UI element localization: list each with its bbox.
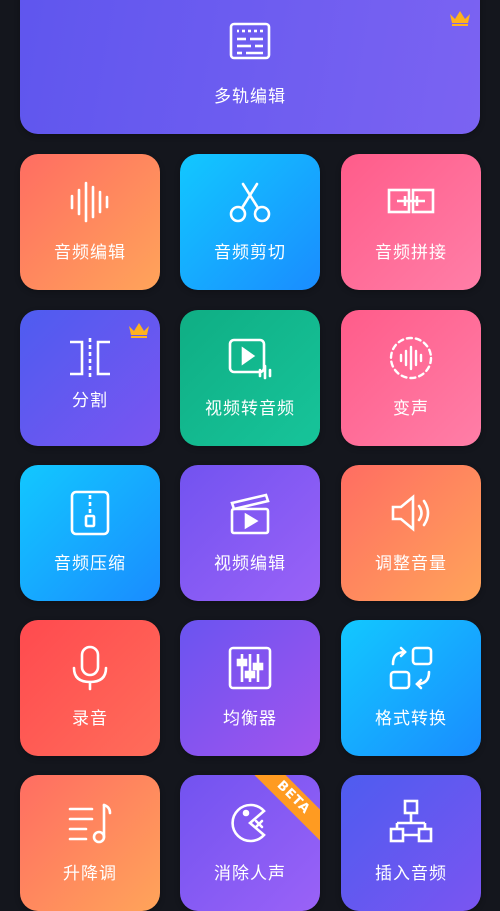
- record-label: 录音: [72, 709, 108, 729]
- video-edit-tile[interactable]: 视频编辑: [180, 465, 320, 601]
- crown-icon: [129, 323, 149, 338]
- join-icon: [387, 188, 435, 214]
- video-to-audio-icon: [228, 338, 272, 380]
- volume-adjust-label: 调整音量: [375, 554, 447, 574]
- split-label: 分割: [72, 391, 108, 411]
- format-convert-tile[interactable]: 格式转换: [341, 620, 481, 756]
- vocal-remove-label: 消除人声: [214, 864, 286, 884]
- split-tile[interactable]: 分割: [20, 310, 160, 446]
- zip-icon: [70, 490, 110, 536]
- video-to-audio-label: 视频转音频: [205, 399, 295, 419]
- record-tile[interactable]: 录音: [20, 620, 160, 756]
- pitch-label: 升降调: [63, 864, 117, 884]
- clapperboard-icon: [230, 493, 270, 535]
- multitrack-edit-label: 多轨编辑: [214, 87, 286, 107]
- voice-change-tile[interactable]: 变声: [341, 310, 481, 446]
- audio-edit-label: 音频编辑: [54, 243, 126, 263]
- pitch-icon: [68, 803, 112, 844]
- scissors-icon: [229, 182, 271, 223]
- pitch-tile[interactable]: 升降调: [20, 775, 160, 911]
- insert-audio-icon: [389, 799, 433, 843]
- multitrack-edit-tile[interactable]: 多轨编辑: [20, 0, 480, 134]
- microphone-icon: [72, 645, 108, 691]
- equalizer-tile[interactable]: 均衡器: [180, 620, 320, 756]
- audio-edit-tile[interactable]: 音频编辑: [20, 154, 160, 290]
- video-to-audio-tile[interactable]: 视频转音频: [180, 310, 320, 446]
- audio-compress-label: 音频压缩: [54, 554, 126, 574]
- equalizer-label: 均衡器: [223, 709, 277, 729]
- multitrack-editor-icon: [229, 22, 271, 60]
- equalizer-icon: [228, 646, 272, 690]
- audio-cut-tile[interactable]: 音频剪切: [180, 154, 320, 290]
- audio-compress-tile[interactable]: 音频压缩: [20, 465, 160, 601]
- volume-adjust-tile[interactable]: 调整音量: [341, 465, 481, 601]
- format-convert-icon: [389, 646, 433, 690]
- audio-join-tile[interactable]: 音频拼接: [341, 154, 481, 290]
- audio-join-label: 音频拼接: [375, 243, 447, 263]
- vocal-remove-icon: [231, 803, 266, 843]
- format-convert-label: 格式转换: [375, 709, 447, 729]
- speaker-icon: [391, 494, 430, 532]
- audio-cut-label: 音频剪切: [214, 243, 286, 263]
- split-icon: [70, 338, 110, 378]
- insert-audio-tile[interactable]: 插入音频: [341, 775, 481, 911]
- insert-audio-label: 插入音频: [375, 864, 447, 884]
- video-edit-label: 视频编辑: [214, 554, 286, 574]
- waveform-icon: [70, 181, 109, 223]
- crown-icon: [450, 11, 470, 26]
- vocal-remove-tile[interactable]: 消除人声 BETA: [180, 775, 320, 911]
- voice-change-label: 变声: [393, 399, 429, 419]
- voice-changer-icon: [389, 336, 433, 380]
